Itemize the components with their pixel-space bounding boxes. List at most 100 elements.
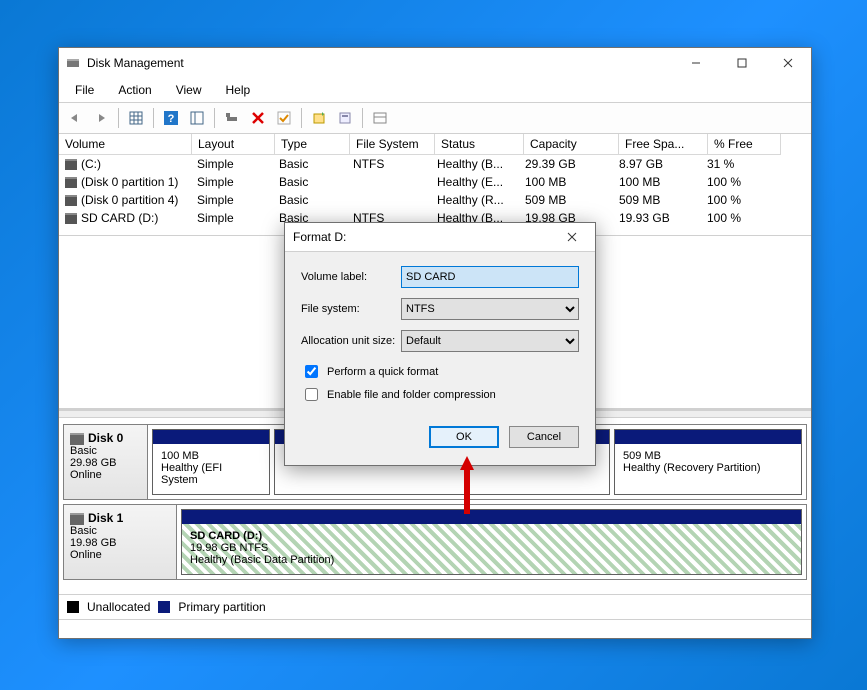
cell-volume: (C:) (59, 155, 191, 173)
partition[interactable]: 100 MBHealthy (EFI System (152, 429, 270, 495)
col-header-freespace[interactable]: Free Spa... (619, 134, 708, 155)
cell-free: 509 MB (613, 191, 701, 209)
col-header-layout[interactable]: Layout (192, 134, 275, 155)
disk-icon (65, 159, 77, 170)
allocation-unit-size-select[interactable]: Default (401, 330, 579, 352)
menubar: File Action View Help (59, 78, 811, 102)
cell-layout: Simple (191, 209, 273, 227)
partition-header (182, 510, 801, 524)
cell-status: Healthy (R... (431, 191, 519, 209)
svg-text:?: ? (168, 113, 175, 125)
filesystem-label: File system: (301, 303, 401, 315)
quick-format-label: Perform a quick format (327, 366, 438, 378)
cell-free: 8.97 GB (613, 155, 701, 173)
legend-unallocated-icon (67, 601, 79, 613)
table-row[interactable]: (Disk 0 partition 4)SimpleBasic Healthy (… (59, 191, 811, 209)
maximize-button[interactable] (719, 48, 765, 78)
cell-layout: Simple (191, 173, 273, 191)
table-row[interactable]: (Disk 0 partition 1)SimpleBasicHealthy (… (59, 173, 811, 191)
dialog-close-button[interactable] (557, 229, 587, 245)
cell-filesystem: NTFS (347, 155, 431, 173)
menu-help[interactable]: Help (216, 80, 261, 100)
volume-table: Volume Layout Type File System Status Ca… (59, 134, 811, 236)
partition[interactable]: SD CARD (D:)19.98 GB NTFSHealthy (Basic … (181, 509, 802, 575)
allocation-unit-size-label: Allocation unit size: (301, 335, 401, 347)
wizard-icon[interactable] (307, 106, 331, 130)
cell-capacity: 509 MB (519, 191, 613, 209)
quick-format-checkbox[interactable] (305, 365, 318, 378)
app-icon (65, 55, 81, 71)
legend: Unallocated Primary partition (59, 594, 811, 619)
partition-header (153, 430, 269, 444)
settings-icon[interactable] (220, 106, 244, 130)
format-dialog: Format D: Volume label: File system: NTF… (284, 222, 596, 466)
cell-type: Basic (273, 155, 347, 173)
cell-status: Healthy (B... (431, 155, 519, 173)
menu-action[interactable]: Action (108, 80, 161, 100)
col-header-status[interactable]: Status (435, 134, 524, 155)
legend-primary-icon (158, 601, 170, 613)
minimize-button[interactable] (673, 48, 719, 78)
col-header-capacity[interactable]: Capacity (524, 134, 619, 155)
statusbar (59, 619, 811, 638)
cell-status: Healthy (E... (431, 173, 519, 191)
layout-icon[interactable] (185, 106, 209, 130)
filesystem-select[interactable]: NTFS (401, 298, 579, 320)
cell-capacity: 29.39 GB (519, 155, 613, 173)
cell-layout: Simple (191, 155, 273, 173)
dialog-titlebar: Format D: (285, 223, 595, 252)
cell-capacity: 100 MB (519, 173, 613, 191)
cell-filesystem (347, 173, 431, 191)
col-header-volume[interactable]: Volume (59, 134, 192, 155)
legend-unallocated-label: Unallocated (87, 600, 150, 614)
disk-icon (65, 213, 77, 224)
properties-icon[interactable] (333, 106, 357, 130)
close-button[interactable] (765, 48, 811, 78)
partition[interactable]: 509 MBHealthy (Recovery Partition) (614, 429, 802, 495)
cell-pctfree: 100 % (701, 209, 773, 227)
titlebar: Disk Management (59, 48, 811, 78)
cell-pctfree: 100 % (701, 191, 773, 209)
help-icon[interactable]: ? (159, 106, 183, 130)
menu-view[interactable]: View (166, 80, 212, 100)
table-row[interactable]: (C:)SimpleBasicNTFSHealthy (B...29.39 GB… (59, 155, 811, 173)
cell-volume: (Disk 0 partition 1) (59, 173, 191, 191)
ok-button[interactable]: OK (429, 426, 499, 448)
window-title: Disk Management (87, 56, 184, 70)
col-header-pctfree[interactable]: % Free (708, 134, 781, 155)
disk-info[interactable]: Disk 1Basic19.98 GBOnline (64, 505, 177, 579)
disk-block: Disk 1Basic19.98 GBOnlineSD CARD (D:)19.… (63, 504, 807, 580)
volume-table-header: Volume Layout Type File System Status Ca… (59, 134, 811, 155)
grid-icon[interactable] (124, 106, 148, 130)
col-header-type[interactable]: Type (275, 134, 350, 155)
check-icon[interactable] (272, 106, 296, 130)
volume-label-input[interactable] (401, 266, 579, 288)
delete-icon[interactable] (246, 106, 270, 130)
cell-type: Basic (273, 191, 347, 209)
cell-pctfree: 31 % (701, 155, 773, 173)
cell-pctfree: 100 % (701, 173, 773, 191)
cell-volume: (Disk 0 partition 4) (59, 191, 191, 209)
forward-icon[interactable] (89, 106, 113, 130)
col-header-filesystem[interactable]: File System (350, 134, 435, 155)
cell-free: 19.93 GB (613, 209, 701, 227)
disk-icon (65, 177, 77, 188)
volume-label-label: Volume label: (301, 271, 401, 283)
disk-partitions: SD CARD (D:)19.98 GB NTFSHealthy (Basic … (177, 505, 806, 579)
compression-checkbox[interactable] (305, 388, 318, 401)
toolbar: ? (59, 102, 811, 134)
disk-icon (70, 433, 84, 445)
legend-primary-label: Primary partition (178, 600, 265, 614)
partition-header (615, 430, 801, 444)
compression-label: Enable file and folder compression (327, 389, 496, 401)
list-icon[interactable] (368, 106, 392, 130)
cell-layout: Simple (191, 191, 273, 209)
dialog-title: Format D: (293, 230, 346, 244)
cell-free: 100 MB (613, 173, 701, 191)
menu-file[interactable]: File (65, 80, 104, 100)
cancel-button[interactable]: Cancel (509, 426, 579, 448)
disk-info[interactable]: Disk 0Basic29.98 GBOnline (64, 425, 148, 499)
back-icon[interactable] (63, 106, 87, 130)
disk-icon (70, 513, 84, 525)
cell-filesystem (347, 191, 431, 209)
